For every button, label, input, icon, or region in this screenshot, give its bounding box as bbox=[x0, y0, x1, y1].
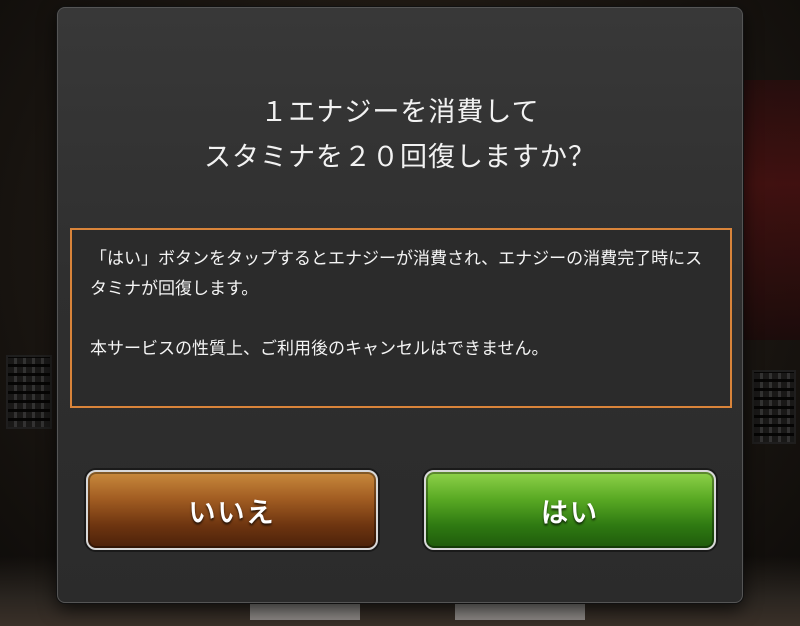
confirm-dialog: １エナジーを消費して スタミナを２０回復しますか？ 「はい」ボタンをタップすると… bbox=[57, 7, 743, 603]
cancel-button[interactable]: いいえ bbox=[86, 470, 378, 550]
stadium-light-left bbox=[6, 355, 52, 429]
stadium-light-right bbox=[752, 370, 796, 444]
dialog-title-line-1: １エナジーを消費して bbox=[260, 97, 540, 128]
confirm-button[interactable]: はい bbox=[424, 470, 716, 550]
dialog-title: １エナジーを消費して スタミナを２０回復しますか？ bbox=[58, 90, 742, 180]
game-screen: １エナジーを消費して スタミナを２０回復しますか？ 「はい」ボタンをタップすると… bbox=[0, 0, 800, 626]
notice-paragraph-1: 「はい」ボタンをタップするとエナジーが消費され、エナジーの消費完了時にスタミナが… bbox=[90, 249, 703, 299]
dialog-title-line-2: スタミナを２０回復しますか？ bbox=[204, 142, 596, 173]
background-red-banner bbox=[740, 80, 800, 340]
notice-box: 「はい」ボタンをタップするとエナジーが消費され、エナジーの消費完了時にスタミナが… bbox=[70, 228, 732, 408]
notice-paragraph-2: 本サービスの性質上、ご利用後のキャンセルはできません。 bbox=[90, 339, 549, 359]
